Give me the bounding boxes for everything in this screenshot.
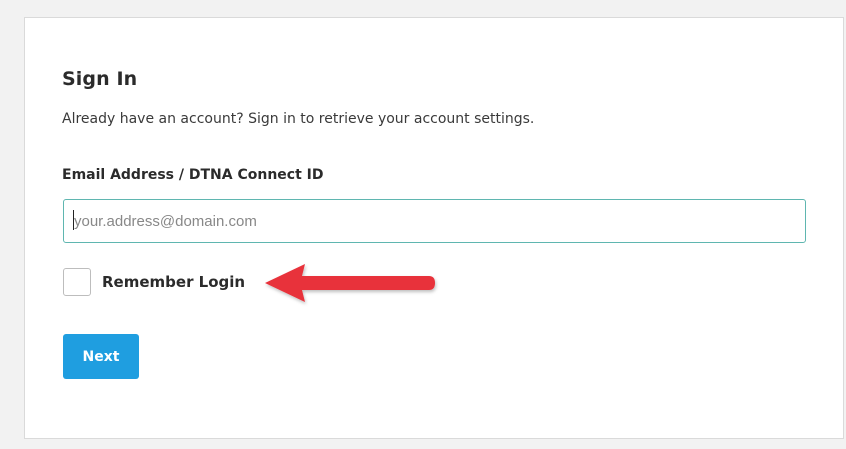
next-button[interactable]: Next <box>63 334 139 379</box>
remember-login-checkbox[interactable] <box>63 268 91 296</box>
email-field[interactable] <box>63 199 806 243</box>
text-caret <box>73 210 74 230</box>
email-label: Email Address / DTNA Connect ID <box>62 167 324 183</box>
page: Sign In Already have an account? Sign in… <box>0 0 846 449</box>
remember-login-label[interactable]: Remember Login <box>102 273 245 291</box>
red-arrow-icon <box>265 264 435 302</box>
sign-in-subtitle: Already have an account? Sign in to retr… <box>62 111 535 127</box>
sign-in-card: Sign In Already have an account? Sign in… <box>24 17 844 439</box>
page-title: Sign In <box>62 68 138 90</box>
